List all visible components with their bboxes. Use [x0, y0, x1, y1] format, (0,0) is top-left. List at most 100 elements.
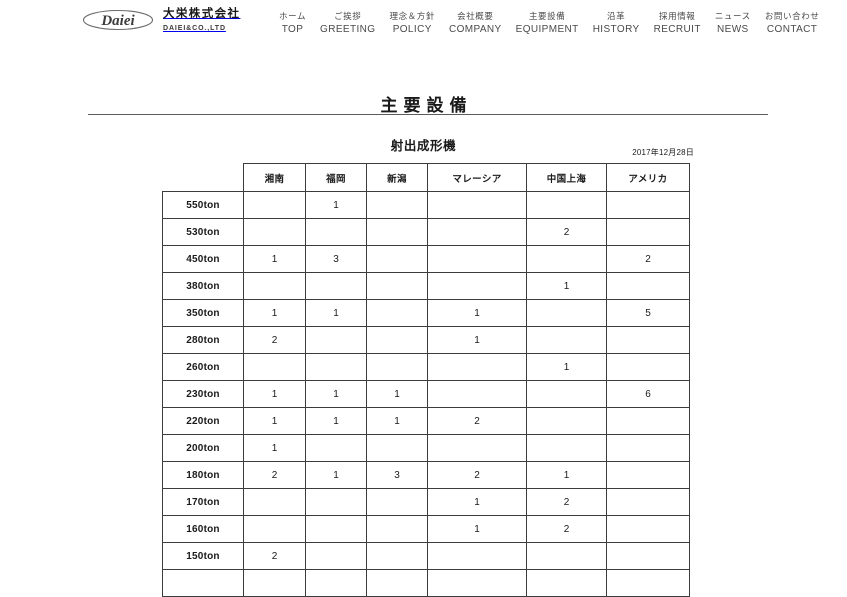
table-cell: [366, 218, 428, 246]
table-cell: 1: [427, 515, 527, 543]
nav-item-contact-label-en: CONTACT: [766, 24, 818, 35]
nav-item-history-label-en: HISTORY: [592, 24, 640, 35]
nav-item-top-label-jp: ホーム: [279, 11, 307, 21]
table-cell: 1: [305, 461, 367, 489]
title-divider: [88, 114, 768, 115]
row-label: 180ton: [162, 461, 244, 489]
table-cell: 1: [243, 407, 306, 435]
table-cell: [606, 191, 690, 219]
row-label: 350ton: [162, 299, 244, 327]
table-header-row: 湘南 福岡 新潟 マレーシア 中国上海 アメリカ: [162, 163, 690, 192]
table-cell: 1: [305, 380, 367, 408]
table-cell: [427, 542, 527, 570]
row-label: 170ton: [162, 488, 244, 516]
table-cell: [366, 488, 428, 516]
table-cell: [526, 326, 607, 354]
table-cell: 1: [366, 380, 428, 408]
nav-item-recruit-label-jp: 採用情報: [659, 11, 696, 21]
table-cell: [606, 218, 690, 246]
nav-item-policy[interactable]: 理念＆方針 POLICY: [382, 10, 442, 36]
row-label: 150ton: [162, 542, 244, 570]
table-cell: 5: [606, 299, 690, 327]
table-cell: [305, 326, 367, 354]
table-cell: [305, 569, 367, 597]
table-cell: [243, 191, 306, 219]
table-cell: 1: [366, 407, 428, 435]
table-cell: [526, 569, 607, 597]
row-label: 260ton: [162, 353, 244, 381]
nav-item-greeting[interactable]: ご挨拶 GREETING: [313, 10, 382, 36]
table-row: 550ton 1: [162, 191, 690, 219]
table-cell: 1: [427, 488, 527, 516]
table-cell: 2: [606, 245, 690, 273]
nav-item-policy-label-en: POLICY: [392, 24, 432, 35]
site-header: Daiei 大栄株式会社 DAIEI&CO.,LTD ホーム TOP ご挨拶 G…: [0, 0, 847, 48]
nav-item-equipment-label-en: EQUIPMENT: [515, 24, 579, 35]
table-cell: [243, 218, 306, 246]
table-cell: [243, 488, 306, 516]
table-cell: 3: [366, 461, 428, 489]
brand-name-en: DAIEI&CO.,LTD: [163, 24, 226, 32]
table-row: 220ton 1 1 1 2: [162, 407, 690, 435]
table-cell: [606, 434, 690, 462]
nav-item-contact-label-jp: お問い合わせ: [764, 11, 820, 21]
table-row: 530ton 2: [162, 218, 690, 246]
equipment-table-container: 湘南 福岡 新潟 マレーシア 中国上海 アメリカ 550ton 1 530ton 2 4…: [162, 163, 690, 597]
page-title: 主要設備: [380, 96, 473, 116]
table-cell: [526, 191, 607, 219]
nav-item-equipment[interactable]: 主要設備 EQUIPMENT: [509, 10, 586, 36]
nav-item-policy-label-jp: 理念＆方針: [389, 11, 435, 21]
brand-names: 大栄株式会社 DAIEI&CO.,LTD: [163, 8, 240, 32]
table-cell: 1: [243, 380, 306, 408]
nav-item-news-label-en: NEWS: [717, 24, 749, 35]
nav-item-recruit[interactable]: 採用情報 RECRUIT: [647, 10, 708, 36]
table-row: 450ton 1 3 2: [162, 245, 690, 273]
table-cell: [366, 569, 428, 597]
nav-item-company-label-jp: 会社概要: [457, 11, 494, 21]
table-row: [162, 569, 690, 597]
table-cell: 1: [243, 434, 306, 462]
nav-item-news[interactable]: ニュース NEWS: [708, 10, 758, 36]
table-row: 350ton 1 1 1 5: [162, 299, 690, 327]
table-cell: [427, 569, 527, 597]
nav-item-top[interactable]: ホーム TOP: [272, 10, 313, 36]
nav-item-greeting-label-en: GREETING: [320, 24, 376, 35]
table-row: 160ton 1 2: [162, 515, 690, 543]
table-corner-cell: [162, 163, 244, 192]
table-cell: [305, 488, 367, 516]
table-cell: [366, 191, 428, 219]
row-label: 530ton: [162, 218, 244, 246]
table-cell: [427, 434, 527, 462]
table-cell: [427, 191, 527, 219]
table-cell: 1: [243, 299, 306, 327]
table-cell: [427, 353, 527, 381]
table-cell: 2: [243, 461, 306, 489]
brand-home-link[interactable]: Daiei 大栄株式会社 DAIEI&CO.,LTD: [82, 7, 240, 33]
table-row: 380ton 1: [162, 272, 690, 300]
table-cell: [305, 542, 367, 570]
table-cell: 2: [526, 218, 607, 246]
column-header-shanghai: 中国上海: [526, 163, 607, 192]
table-row: 260ton 1: [162, 353, 690, 381]
table-cell: 1: [305, 407, 367, 435]
nav-item-history-label-jp: 沿革: [607, 11, 626, 21]
table-cell: 2: [427, 407, 527, 435]
nav-item-contact[interactable]: お問い合わせ CONTACT: [758, 10, 827, 36]
table-cell: [427, 218, 527, 246]
nav-item-history[interactable]: 沿革 HISTORY: [586, 10, 647, 36]
nav-item-company[interactable]: 会社概要 COMPANY: [442, 10, 509, 36]
table-cell: [366, 245, 428, 273]
table-cell: [606, 461, 690, 489]
table-row: 150ton 2: [162, 542, 690, 570]
table-body: 550ton 1 530ton 2 450ton 1 3 2 380ton 1 350ton 1 1 1 5…: [162, 191, 690, 597]
column-header-niigata: 新潟: [366, 163, 428, 192]
table-cell: [606, 542, 690, 570]
row-label: 550ton: [162, 191, 244, 219]
table-cell: 2: [243, 542, 306, 570]
table-cell: [526, 542, 607, 570]
table-cell: [526, 299, 607, 327]
row-label: 450ton: [162, 245, 244, 273]
table-cell: [366, 542, 428, 570]
table-cell: [606, 326, 690, 354]
table-cell: [243, 569, 306, 597]
